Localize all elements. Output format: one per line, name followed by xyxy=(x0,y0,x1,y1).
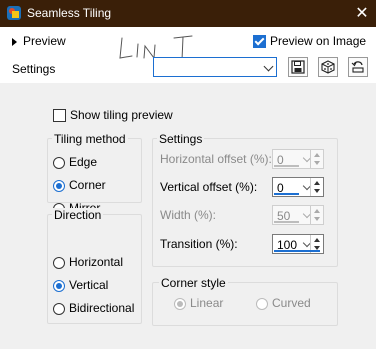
spin-down-icon xyxy=(314,189,320,193)
width-spinbox[interactable]: 50 xyxy=(272,205,324,225)
vertical-offset-spinbox[interactable]: 0 xyxy=(272,177,324,197)
spin-up-icon xyxy=(314,153,320,157)
radio-label: Edge xyxy=(69,155,98,169)
direction-title: Direction xyxy=(52,208,104,222)
settings-group-title: Settings xyxy=(157,132,205,146)
transition-spinbox[interactable]: 100 xyxy=(272,234,324,254)
radio-label: Horizontal xyxy=(69,255,124,269)
tiling-method-group xyxy=(47,138,142,203)
spin-up-icon xyxy=(314,238,320,242)
checkbox-unchecked-icon xyxy=(53,109,66,123)
spin-up-icon xyxy=(314,209,320,213)
radio-label: Vertical xyxy=(69,278,109,292)
spin-down-icon xyxy=(314,217,320,221)
radio-icon xyxy=(256,297,268,310)
spin-buttons[interactable] xyxy=(310,178,323,196)
save-preset-button[interactable] xyxy=(288,57,308,77)
radio-label: Linear xyxy=(190,296,224,310)
paintshop-app-icon xyxy=(7,6,21,20)
vertical-offset-label: Vertical offset (%): xyxy=(160,180,258,194)
direction-bidirectional-radio[interactable]: Bidirectional xyxy=(53,301,134,315)
preview-on-image-label: Preview on Image xyxy=(270,34,367,48)
corner-style-title: Corner style xyxy=(159,276,228,290)
preview-label: Preview xyxy=(23,34,66,48)
radio-label: Corner xyxy=(69,178,106,192)
tiling-method-title: Tiling method xyxy=(52,132,128,146)
close-button[interactable]: ✕ xyxy=(348,0,376,27)
preview-on-image-checkbox[interactable]: Preview on Image xyxy=(253,34,367,49)
radio-icon xyxy=(53,256,65,269)
spin-buttons[interactable] xyxy=(310,150,323,168)
preview-expander[interactable]: Preview xyxy=(12,34,66,48)
value-slider-bar[interactable] xyxy=(274,221,299,223)
show-tiling-preview-checkbox[interactable]: Show tiling preview xyxy=(53,108,173,123)
settings-label: Settings xyxy=(12,62,56,76)
transition-label: Transition (%): xyxy=(160,237,238,251)
spin-buttons[interactable] xyxy=(310,206,323,224)
value-slider-bar[interactable] xyxy=(274,165,299,167)
value-slider-bar[interactable] xyxy=(274,193,299,195)
preset-dropdown[interactable] xyxy=(153,57,277,77)
title-bar: Seamless Tiling ✕ xyxy=(0,0,376,27)
direction-horizontal-radio[interactable]: Horizontal xyxy=(53,255,123,269)
radio-icon xyxy=(53,156,65,169)
show-tiling-preview-label: Show tiling preview xyxy=(70,108,173,122)
width-label: Width (%): xyxy=(160,208,217,222)
corner-style-linear-radio[interactable]: Linear xyxy=(174,296,223,310)
corner-style-curved-radio[interactable]: Curved xyxy=(256,296,311,310)
reset-button[interactable] xyxy=(348,57,368,77)
tiling-method-edge-radio[interactable]: Edge xyxy=(53,155,97,169)
spin-up-icon xyxy=(314,181,320,185)
radio-selected-icon xyxy=(174,297,186,310)
spin-down-icon xyxy=(314,161,320,165)
window-title: Seamless Tiling xyxy=(27,6,112,20)
radio-selected-icon xyxy=(53,179,65,192)
dice-icon xyxy=(321,60,335,74)
randomize-button[interactable] xyxy=(318,57,338,77)
radio-icon xyxy=(53,302,65,315)
value-slider-bar[interactable] xyxy=(274,250,320,252)
radio-selected-icon xyxy=(53,279,65,292)
horizontal-offset-spinbox[interactable]: 0 xyxy=(272,149,324,169)
floppy-disk-icon xyxy=(291,60,305,74)
tiling-method-corner-radio[interactable]: Corner xyxy=(53,178,106,192)
radio-label: Bidirectional xyxy=(69,301,135,315)
radio-label: Curved xyxy=(272,296,311,310)
chevron-down-icon xyxy=(263,61,274,72)
horizontal-offset-label: Horizontal offset (%): xyxy=(160,152,272,166)
expand-arrow-icon xyxy=(12,37,17,46)
reset-arrow-icon xyxy=(351,61,364,73)
direction-vertical-radio[interactable]: Vertical xyxy=(53,278,108,292)
checkbox-checked-icon xyxy=(253,35,266,49)
